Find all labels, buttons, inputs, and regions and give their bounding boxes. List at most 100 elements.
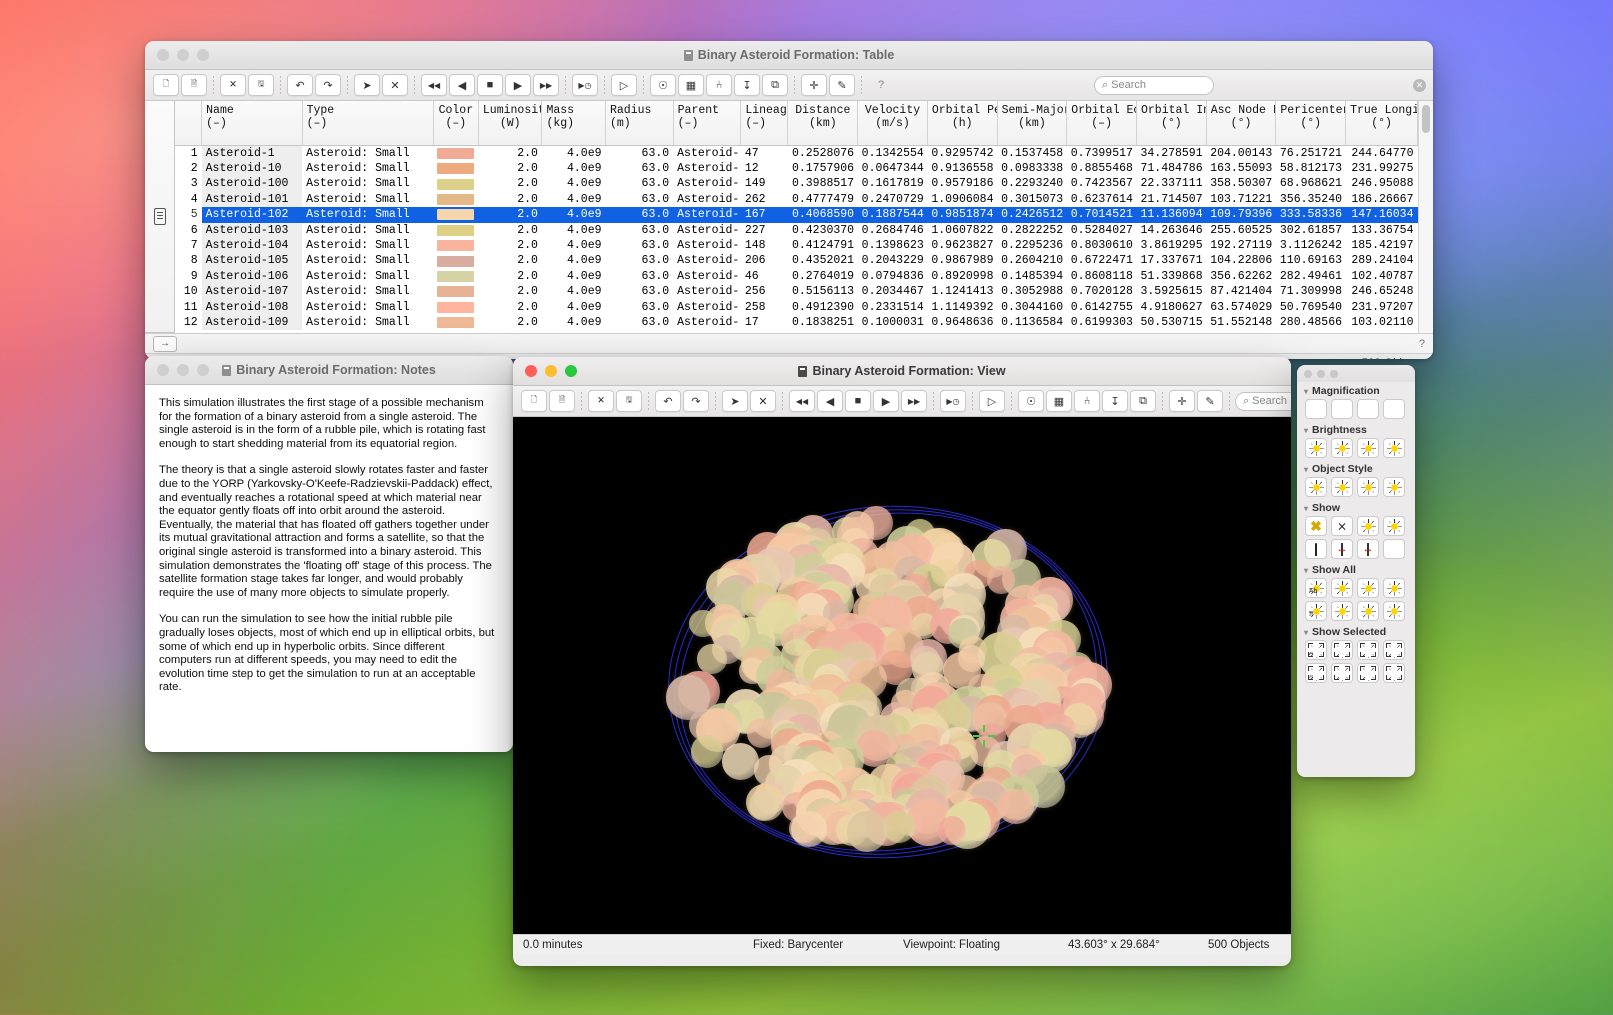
column-header-mass[interactable]: Mass (kg): [541, 101, 606, 146]
fast-forward-button[interactable]: ▶▶: [533, 74, 559, 96]
cell-ecc[interactable]: 0.5284027: [1067, 223, 1137, 238]
column-header-name[interactable]: Name (–): [201, 101, 303, 146]
cell-name[interactable]: Asteroid-100: [201, 176, 303, 192]
cell-peri[interactable]: 3.1126242: [1276, 238, 1346, 253]
table-row[interactable]: 7 Asteroid-104 Asteroid: Small 2.0 4.0e9 63.0…: [175, 237, 1418, 254]
cell-distance[interactable]: 0.5156113: [788, 284, 858, 299]
show-selected-labels-button[interactable]: Ab: [1305, 640, 1327, 660]
cell-type[interactable]: Asteroid: Small: [302, 223, 433, 238]
notes-traffic-lights[interactable]: [145, 364, 209, 376]
show-all-labels-button[interactable]: Ab: [1305, 578, 1327, 598]
cell-period[interactable]: 1.0607822: [927, 223, 997, 238]
cell-sma[interactable]: 0.2604210: [997, 253, 1067, 268]
cell-radius[interactable]: 63.0: [606, 284, 674, 299]
cell-asc[interactable]: 163.55093: [1206, 161, 1276, 176]
cell-peri[interactable]: 110.69163: [1276, 253, 1346, 268]
cell-velocity[interactable]: 0.0647344: [858, 161, 928, 176]
brightness-decrease-much-button[interactable]: [1305, 438, 1327, 458]
cell-parent[interactable]: Asteroid-: [673, 253, 741, 268]
cell-lineage[interactable]: 167: [740, 207, 788, 223]
table-vertical-scrollbar[interactable]: [1418, 101, 1433, 333]
cell-mass[interactable]: 4.0e9: [542, 315, 606, 330]
cell-ecc[interactable]: 0.7014521: [1066, 207, 1137, 223]
cell-mass[interactable]: 4.0e9: [542, 176, 606, 191]
cell-true[interactable]: 246.65248: [1346, 284, 1418, 299]
cell-sma[interactable]: 0.0983338: [997, 161, 1067, 176]
minimize-button[interactable]: [177, 364, 189, 376]
cell-name[interactable]: Asteroid-108: [201, 299, 303, 315]
single-step-button[interactable]: ▷: [979, 390, 1005, 412]
cell-parent[interactable]: Asteroid-: [673, 145, 741, 161]
import-window-button[interactable]: ↧: [734, 74, 760, 96]
cell-velocity[interactable]: 0.1617819: [858, 176, 928, 191]
rewind-button[interactable]: ◀◀: [789, 390, 815, 412]
column-header-luminosity[interactable]: Luminosity(W): [478, 101, 543, 146]
notes-window-button[interactable]: ✎: [1197, 390, 1223, 412]
show-all-constants-button[interactable]: π: [1305, 601, 1327, 621]
open-document-button[interactable]: 🗎: [181, 74, 207, 96]
show-selected-orbits-button[interactable]: [1383, 640, 1405, 660]
hierarchy-window-button[interactable]: ⑃: [1074, 390, 1100, 412]
cell-type[interactable]: Asteroid: Small: [302, 300, 433, 315]
zoom-button[interactable]: [197, 364, 209, 376]
cell-velocity[interactable]: 0.1887544: [857, 207, 928, 223]
new-document-button[interactable]: 🗋: [521, 390, 547, 412]
cell-distance[interactable]: 0.2528076: [788, 145, 858, 161]
palette-window[interactable]: ▾ Magnification ▾ Brightness ▾ Object Style ▾ S…: [1297, 365, 1415, 777]
palette-section-header[interactable]: ▾ Object Style: [1297, 460, 1415, 476]
palette-titlebar[interactable]: [1297, 365, 1415, 382]
cell-true[interactable]: 289.24104: [1346, 253, 1418, 268]
cell-peri[interactable]: 280.48566: [1276, 315, 1346, 330]
cell-radius[interactable]: 63.0: [606, 161, 674, 176]
show-selected-trails-button[interactable]: [1357, 640, 1379, 660]
cell-true[interactable]: 186.26667: [1346, 192, 1418, 207]
cell-parent[interactable]: Asteroid-: [673, 161, 741, 176]
show-selected-vectors-button[interactable]: [1331, 663, 1353, 683]
palette-section-header[interactable]: ▾ Show All: [1297, 561, 1415, 577]
cell-velocity[interactable]: 0.2331514: [858, 300, 928, 315]
column-header-pericenter-longitude[interactable]: Pericenter Longitude(°): [1275, 101, 1347, 146]
new-document-button[interactable]: 🗋: [153, 74, 179, 96]
cell-peri[interactable]: 302.61857: [1276, 223, 1346, 238]
view-titlebar[interactable]: Binary Asteroid Formation: View: [513, 357, 1291, 386]
cell-distance[interactable]: 0.1838251: [788, 315, 858, 330]
cell-mass[interactable]: 4.0e9: [542, 238, 606, 253]
cell-mass[interactable]: 4.0e9: [541, 207, 606, 223]
cell-color[interactable]: [433, 145, 478, 161]
brightness-increase-button[interactable]: [1357, 438, 1379, 458]
column-header-lineage[interactable]: Lineage(–): [740, 101, 789, 146]
run-timed-button[interactable]: ▶◷: [572, 74, 598, 96]
cell-inc[interactable]: 17.337671: [1136, 253, 1206, 268]
cell-distance[interactable]: 0.4777479: [788, 192, 858, 207]
cell-true[interactable]: 147.16034: [1345, 207, 1418, 223]
clear-search-icon[interactable]: ✕: [1413, 78, 1426, 92]
cell-true[interactable]: 231.99275: [1346, 161, 1418, 176]
show-grid-button[interactable]: [1383, 539, 1405, 559]
cell-color[interactable]: [433, 253, 478, 268]
copy-window-button[interactable]: ⧉: [1130, 390, 1156, 412]
cell-lineage[interactable]: 258: [741, 300, 788, 315]
ruler-tool-button[interactable]: ✛: [801, 74, 827, 96]
column-header-orbital-eccentricity[interactable]: Orbital Eccentricity(–): [1066, 101, 1137, 146]
cell-asc[interactable]: 356.62262: [1206, 269, 1276, 284]
cell-peri[interactable]: 58.812173: [1276, 161, 1346, 176]
run-timed-button[interactable]: ▶◷: [940, 390, 966, 412]
cell-period[interactable]: 1.1241413: [927, 284, 997, 299]
cell-asc[interactable]: 63.574029: [1206, 300, 1276, 315]
table-window-button[interactable]: ▦: [1046, 390, 1072, 412]
table-row[interactable]: 10 Asteroid-107 Asteroid: Small 2.0 4.0e9 63.…: [175, 284, 1418, 300]
cell-period[interactable]: 1.0906084: [927, 192, 997, 207]
column-header-orbital-period[interactable]: Orbital Period(h): [927, 101, 998, 146]
table-window[interactable]: Binary Asteroid Formation: Table 🗋 🗎 🗙 🖫 ↶ ↷ ➤…: [145, 41, 1433, 359]
cell-ecc[interactable]: 0.6722471: [1067, 253, 1137, 268]
close-button[interactable]: [1304, 369, 1312, 378]
object-style-glow-button[interactable]: [1331, 477, 1353, 497]
cell-inc[interactable]: 22.337111: [1136, 176, 1206, 191]
cell-peri[interactable]: 50.769540: [1276, 300, 1346, 315]
magnification-small-button[interactable]: [1305, 399, 1327, 419]
cell-radius[interactable]: 63.0: [606, 176, 674, 191]
cell-sma[interactable]: 0.1485394: [997, 269, 1067, 284]
cell-inc[interactable]: 4.9180627: [1136, 300, 1206, 315]
connect-button[interactable]: ➤: [354, 74, 380, 96]
cell-lum[interactable]: 2.0: [478, 223, 542, 238]
